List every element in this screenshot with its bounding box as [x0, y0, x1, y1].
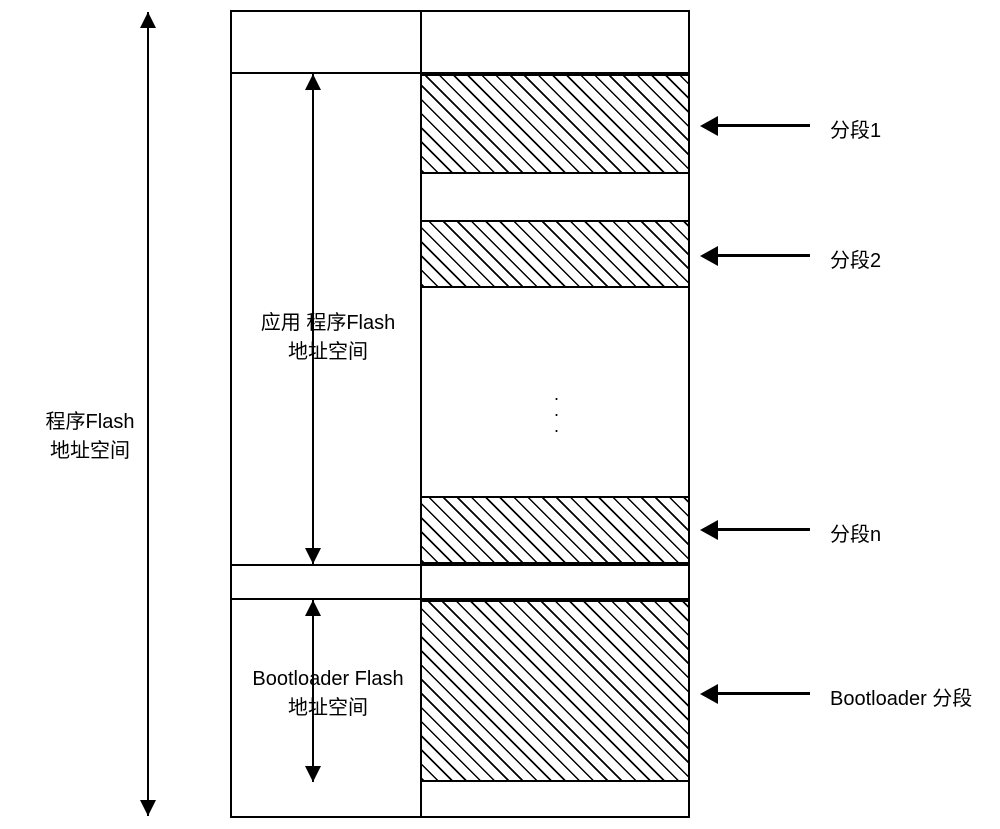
pointer-seg1-label: 分段1: [830, 114, 881, 143]
segment-1-block: [422, 74, 688, 174]
outer-dim-arrow: [147, 12, 149, 816]
memory-layout-diagram: . . . 程序Flash 地址空间 应用 程序Flash 地址空间 Bootl…: [0, 0, 1000, 829]
boot-dim-label: Bootloader Flash 地址空间: [243, 668, 413, 720]
pointer-boot-label: Bootloader 分段: [830, 682, 972, 711]
hline-app-bottom: [232, 564, 688, 566]
pointer-seg1: [716, 124, 810, 127]
pointer-seg2: [716, 254, 810, 257]
outer-dim-label: 程序Flash 地址空间: [35, 405, 145, 463]
bootloader-block: [422, 600, 688, 782]
app-dim-label: 应用 程序Flash 地址空间: [243, 306, 413, 364]
segment-2-block: [422, 220, 688, 288]
pointer-segn: [716, 528, 810, 531]
pointer-boot: [716, 692, 810, 695]
pointer-seg2-label: 分段2: [830, 244, 881, 273]
pointer-segn-label: 分段n: [830, 518, 881, 547]
ellipsis-dots: . . .: [554, 386, 559, 434]
segment-n-block: [422, 496, 688, 564]
